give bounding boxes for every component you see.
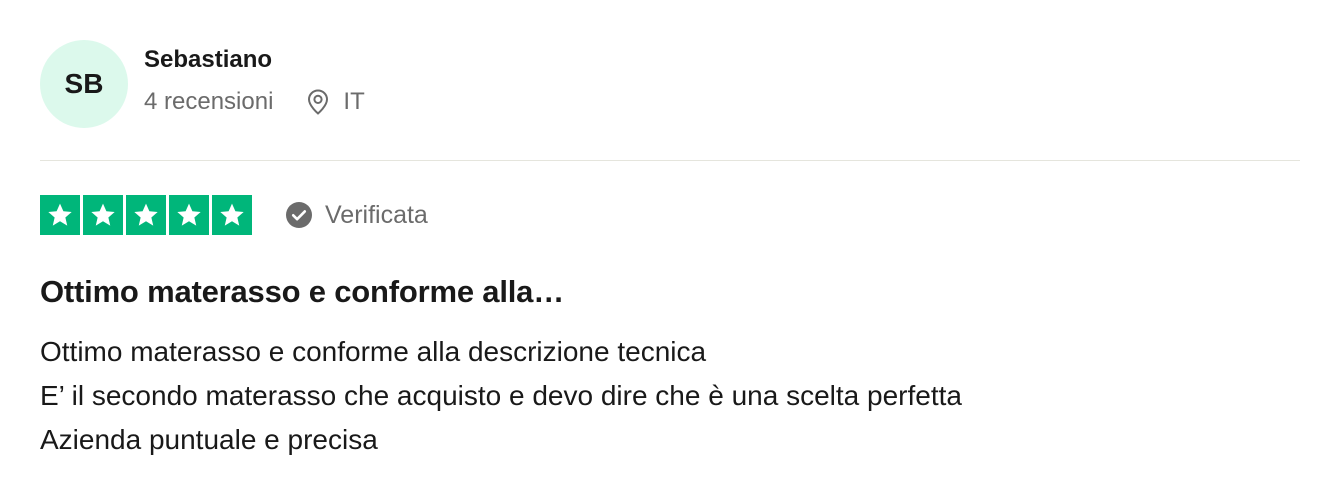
- review-line: Ottimo materasso e conforme alla descriz…: [40, 336, 707, 367]
- review-card: SB Sebastiano 4 recensioni IT Verificata…: [40, 40, 1300, 455]
- star-icon: [126, 195, 166, 235]
- review-line: E’ il secondo materasso che acquisto e d…: [40, 380, 962, 411]
- consumer-meta: 4 recensioni IT: [144, 88, 365, 116]
- avatar[interactable]: SB: [40, 40, 128, 128]
- verified-label: Verificata: [325, 200, 428, 229]
- star-icon: [169, 195, 209, 235]
- verified-badge[interactable]: Verificata: [285, 201, 428, 230]
- review-line: Azienda puntuale e precisa: [40, 424, 378, 455]
- review-body: Ottimo materasso e conforme alla descriz…: [40, 330, 962, 462]
- rating-row: Verificata: [40, 195, 428, 235]
- check-circle-icon: [285, 201, 313, 229]
- location-pin-icon: [305, 88, 331, 116]
- consumer-info: Sebastiano 4 recensioni IT: [144, 40, 365, 116]
- star-rating: [40, 195, 252, 235]
- review-title[interactable]: Ottimo materasso e conforme alla…: [40, 272, 564, 312]
- consumer-location: IT: [305, 88, 365, 116]
- star-icon: [212, 195, 252, 235]
- star-icon: [83, 195, 123, 235]
- review-count: 4 recensioni: [144, 88, 274, 115]
- consumer-header: SB Sebastiano 4 recensioni IT: [40, 40, 1300, 128]
- country-code: IT: [343, 88, 365, 115]
- star-icon: [40, 195, 80, 235]
- divider: [40, 160, 1300, 161]
- consumer-name[interactable]: Sebastiano: [144, 46, 365, 74]
